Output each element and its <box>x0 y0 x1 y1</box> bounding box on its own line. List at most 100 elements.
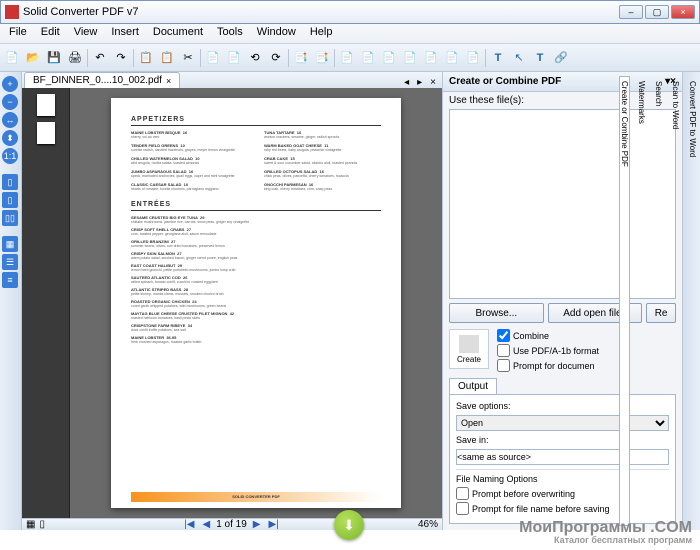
facing-icon[interactable]: ▯▯ <box>2 210 18 226</box>
menu-item: GNOCCHI PARMESAN 16king crab, cherry tom… <box>264 182 381 191</box>
tab-bar: BF_DINNER_0....10_002.pdf × ◂ ▸ × <box>22 72 442 88</box>
side-tab-create[interactable]: Create or Combine PDF <box>619 76 630 526</box>
menu-item: CLASSIC CAESAR SALAD 10hearts of romaine… <box>131 182 248 191</box>
output-tab[interactable]: Output <box>449 378 497 394</box>
save-icon[interactable]: 💾 <box>44 48 64 68</box>
rotate-right-icon[interactable]: ⟳ <box>266 48 286 68</box>
open-icon[interactable]: 📂 <box>23 48 43 68</box>
create-button[interactable]: Create <box>449 329 489 369</box>
convert-html-icon[interactable]: 📄 <box>400 48 420 68</box>
last-page-icon[interactable]: ▶| <box>266 519 280 530</box>
page-footer-banner: SOLID CONVERTER PDF <box>131 492 381 502</box>
bookmarks-icon[interactable]: ☰ <box>2 254 18 270</box>
heading-appetizers: APPETIZERS <box>131 116 381 126</box>
window-title: Solid Converter PDF v7 <box>23 6 619 18</box>
page-view[interactable]: APPETIZERS MAINE LOBSTER BISQUE 16sherry… <box>70 88 442 518</box>
maximize-button[interactable]: ▢ <box>645 5 669 19</box>
undo-icon[interactable]: ↶ <box>90 48 110 68</box>
menu-view[interactable]: View <box>67 24 105 43</box>
menu-tools[interactable]: Tools <box>210 24 250 43</box>
menu-item: EAST COAST HALIBUT 29lemon herb gnocchi,… <box>131 263 381 272</box>
touchup-tool-icon[interactable]: T <box>530 48 550 68</box>
page-del-icon[interactable]: 📄 <box>224 48 244 68</box>
next-page-icon[interactable]: ▶ <box>251 519 263 530</box>
close-button[interactable]: × <box>671 5 695 19</box>
page-controls: ▦ ▯ |◀ ◀ 1 of 19 ▶ ▶| 46% <box>22 518 442 530</box>
prev-page-icon[interactable]: ◀ <box>200 519 212 530</box>
zoom-level: 46% <box>418 519 438 530</box>
side-tab-watermarks[interactable]: Watermarks <box>636 76 647 526</box>
convert-ppt-icon[interactable]: 📄 <box>379 48 399 68</box>
fit-page-icon[interactable]: ⬍ <box>2 130 18 146</box>
zoom-in-icon[interactable]: + <box>2 76 18 92</box>
menu-window[interactable]: Window <box>250 24 303 43</box>
split-icon[interactable]: 📑 <box>312 48 332 68</box>
create-icon <box>459 335 479 353</box>
convert-img-icon[interactable]: 📄 <box>442 48 462 68</box>
heading-entrees: ENTRÉES <box>131 201 381 211</box>
right-side-tabs: Convert PDF to Word Scan to Word Search … <box>682 72 700 530</box>
menu-help[interactable]: Help <box>303 24 340 43</box>
document-tab[interactable]: BF_DINNER_0....10_002.pdf × <box>24 72 180 88</box>
view-mode-icon[interactable]: ▦ <box>26 519 35 530</box>
convert-txt-icon[interactable]: 📄 <box>421 48 441 68</box>
menu-item: CHILLED WATERMELON SALAD 10wild arugula,… <box>131 156 248 165</box>
left-tool-strip: + − ↔ ⬍ 1:1 ▯ ▯ ▯▯ ▦ ☰ ≡ <box>0 72 22 530</box>
combine-checkbox[interactable]: Combine <box>497 329 676 342</box>
prompt-doc-checkbox[interactable]: Prompt for documen <box>497 359 676 372</box>
menu-item: MAYTAG BLUE CHEESE CRUSTED FILET MIGNON … <box>131 311 381 320</box>
paste-icon[interactable]: 📋 <box>157 48 177 68</box>
app-icon <box>5 5 19 19</box>
new-icon[interactable]: 📄 <box>2 48 22 68</box>
view-mode2-icon[interactable]: ▯ <box>39 519 45 530</box>
continuous-icon[interactable]: ▯ <box>2 192 18 208</box>
thumb-2[interactable] <box>37 122 55 144</box>
page-add-icon[interactable]: 📄 <box>203 48 223 68</box>
rotate-left-icon[interactable]: ⟲ <box>245 48 265 68</box>
single-page-icon[interactable]: ▯ <box>2 174 18 190</box>
text-tool-icon[interactable]: T <box>488 48 508 68</box>
menu-item: MAINE LOBSTER BISQUE 16sherry, vol au ve… <box>131 130 248 139</box>
actual-size-icon[interactable]: 1:1 <box>2 148 18 164</box>
tab-close-icon[interactable]: × <box>166 76 171 86</box>
zoom-out-icon[interactable]: − <box>2 94 18 110</box>
print-icon[interactable]: 🖨 <box>65 48 85 68</box>
menu-edit[interactable]: Edit <box>34 24 67 43</box>
menu-document[interactable]: Document <box>146 24 210 43</box>
thumbs-icon[interactable]: ▦ <box>2 236 18 252</box>
layers-icon[interactable]: ≡ <box>2 272 18 288</box>
convert-word-icon[interactable]: 📄 <box>337 48 357 68</box>
side-tab-convert[interactable]: Convert PDF to Word <box>687 76 698 526</box>
page-position: 1 of 19 <box>216 519 247 530</box>
pdfa-checkbox[interactable]: Use PDF/A-1b format <box>497 344 676 357</box>
panel-title: Create or Combine PDF <box>449 76 561 87</box>
menu-item: TUNA TARTARE 16wonton crackers, sesame, … <box>264 130 381 139</box>
select-tool-icon[interactable]: ↖ <box>509 48 529 68</box>
thumb-1[interactable] <box>37 94 55 116</box>
convert-excel-icon[interactable]: 📄 <box>358 48 378 68</box>
toolbar: 📄 📂 💾 🖨 ↶ ↷ 📋 📋 ✂ 📄 📄 ⟲ ⟳ 📑 📑 📄 📄 📄 📄 📄 … <box>0 44 700 72</box>
menu-item: SAUTEED ATLANTIC COD 26wilted spinach, t… <box>131 275 381 284</box>
tab-prev-icon[interactable]: ◂ <box>400 77 413 88</box>
tab-next-icon[interactable]: ▸ <box>413 77 426 88</box>
menu-item: GRILLED BRANZINI 27summer beans, olives,… <box>131 239 381 248</box>
link-tool-icon[interactable]: 🔗 <box>551 48 571 68</box>
menu-item: SESAME CRUSTED BIG EYE TUNA 29shiitake m… <box>131 215 381 224</box>
first-page-icon[interactable]: |◀ <box>182 519 196 530</box>
tab-close-all-icon[interactable]: × <box>426 77 440 88</box>
side-tab-scan[interactable]: Scan to Word <box>670 76 681 526</box>
menu-file[interactable]: File <box>2 24 34 43</box>
fit-width-icon[interactable]: ↔ <box>2 112 18 128</box>
convert-pdfa-icon[interactable]: 📄 <box>463 48 483 68</box>
redo-icon[interactable]: ↷ <box>111 48 131 68</box>
thumbnail-pane[interactable] <box>22 88 70 518</box>
extract-icon[interactable]: 📑 <box>291 48 311 68</box>
menu-insert[interactable]: Insert <box>104 24 146 43</box>
copy-icon[interactable]: 📋 <box>136 48 156 68</box>
side-tab-search[interactable]: Search <box>653 76 664 526</box>
page-content: APPETIZERS MAINE LOBSTER BISQUE 16sherry… <box>111 98 401 508</box>
cut-icon[interactable]: ✂ <box>178 48 198 68</box>
minimize-button[interactable]: – <box>619 5 643 19</box>
tab-label: BF_DINNER_0....10_002.pdf <box>33 75 162 86</box>
browse-button[interactable]: Browse... <box>449 303 544 323</box>
